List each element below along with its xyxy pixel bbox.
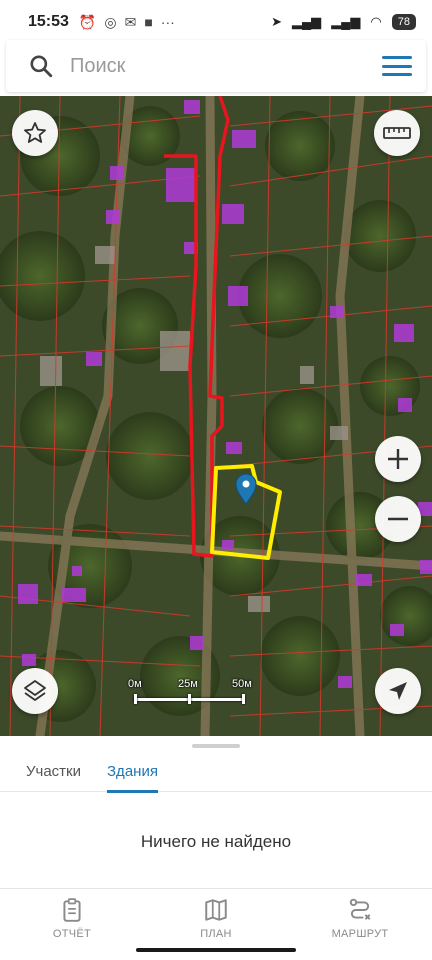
- nav-item-report[interactable]: ОТЧЁТ: [0, 889, 144, 960]
- zoom-out-button[interactable]: [375, 496, 421, 542]
- battery-indicator: 78: [391, 14, 416, 30]
- satellite-map[interactable]: [0, 96, 432, 736]
- nav-item-route[interactable]: МАРШРУТ: [288, 889, 432, 960]
- scale-label-25: 25м: [178, 678, 198, 690]
- signal2-icon: ▂▄▆: [331, 14, 361, 29]
- layers-icon: [24, 680, 46, 701]
- status-time: 15:53: [28, 13, 69, 30]
- alarm-icon: ⏰: [78, 13, 97, 30]
- minus-icon: [388, 517, 408, 521]
- nav-label-route: МАРШРУТ: [331, 928, 389, 940]
- plus-icon: [388, 449, 408, 469]
- system-icons: ➤ ▂▄▆ ▂▄▆ ◠ 78: [271, 14, 416, 30]
- navigation-arrow-icon: [389, 682, 407, 700]
- sheet-tabs: Участки Здания: [0, 750, 432, 793]
- zoom-in-button[interactable]: [375, 436, 421, 482]
- scale-label-50: 50м: [232, 678, 252, 690]
- search-input[interactable]: [70, 54, 382, 78]
- sheet-drag-handle[interactable]: [192, 744, 240, 748]
- mail-icon: ✉: [124, 13, 137, 30]
- measure-button[interactable]: [374, 110, 420, 156]
- status-bar: 15:53 ⏰ ◎ ✉ ■ ··· ➤ ▂▄▆ ▂▄▆ ◠ 78: [0, 0, 432, 44]
- map-view[interactable]: 0м 25м 50м: [0, 96, 432, 736]
- nav-label-plan: ПЛАН: [200, 928, 232, 940]
- menu-icon[interactable]: [382, 54, 412, 78]
- tab-buildings[interactable]: Здания: [107, 750, 158, 793]
- whatsapp-icon: ◎: [104, 13, 117, 30]
- route-icon: [349, 898, 371, 920]
- app-icon: ■: [144, 14, 153, 30]
- wifi-icon: ◠: [370, 14, 382, 29]
- favorite-button[interactable]: [12, 110, 58, 156]
- gesture-bar[interactable]: [136, 948, 296, 952]
- notification-icons: ⏰ ◎ ✉ ■ ···: [79, 14, 175, 31]
- my-location-button[interactable]: [375, 668, 421, 714]
- location-icon: ➤: [271, 14, 282, 29]
- scale-label-0: 0м: [128, 678, 142, 690]
- search-icon[interactable]: [28, 53, 54, 79]
- search-bar: [6, 40, 426, 92]
- nav-label-report: ОТЧЁТ: [52, 928, 92, 940]
- more-dots-icon: ···: [160, 14, 175, 30]
- scale-tick: [188, 694, 191, 704]
- clipboard-icon: [63, 898, 81, 922]
- scale-tick: [134, 694, 137, 704]
- map-scale: 0м 25м 50м: [128, 678, 258, 708]
- star-icon: [24, 122, 46, 143]
- empty-message: Ничего не найдено: [140, 832, 292, 851]
- ruler-icon: [383, 127, 411, 139]
- layers-button[interactable]: [12, 668, 58, 714]
- map-icon: [205, 899, 227, 921]
- tab-parcels[interactable]: Участки: [26, 750, 81, 792]
- signal-icon: ▂▄▆: [291, 14, 322, 29]
- bottom-sheet: Участки Здания Ничего не найдено: [0, 736, 432, 888]
- scale-tick: [242, 694, 245, 704]
